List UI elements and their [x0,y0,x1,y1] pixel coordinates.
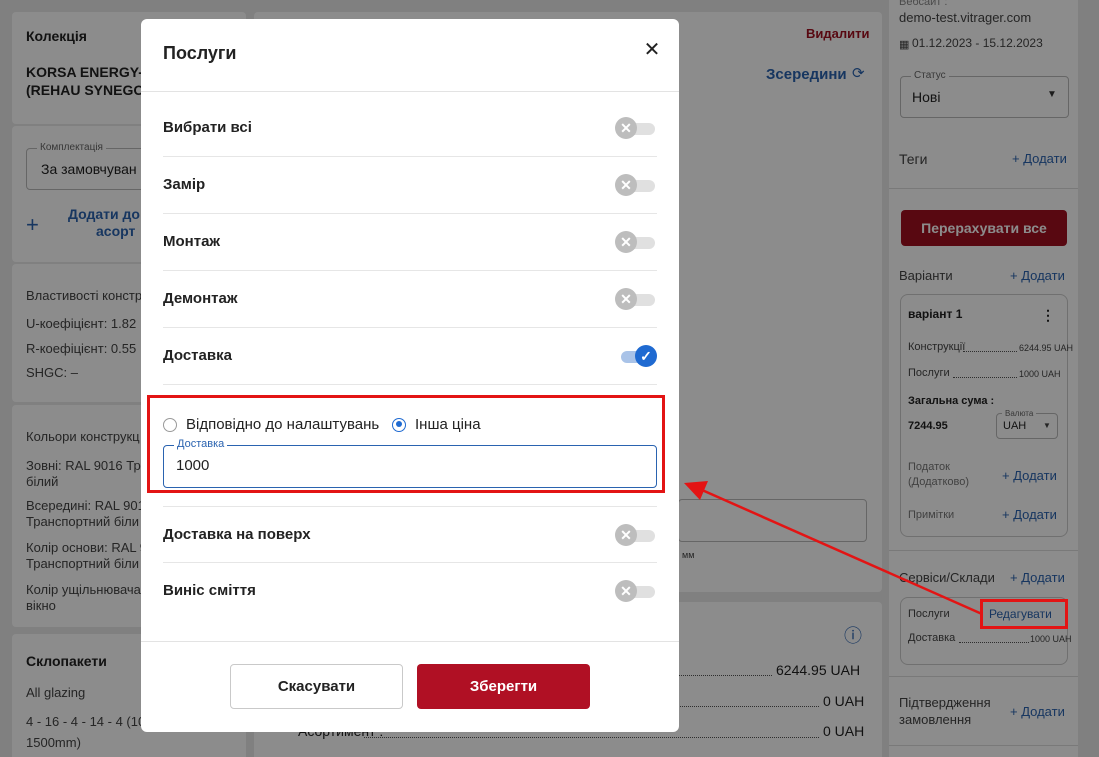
toggle-measurement[interactable]: ✕ [615,174,657,196]
delivery-price-input[interactable] [176,457,636,474]
service-row-garbage-removal: Винiс сміття ✕ [163,563,657,620]
radio-dot [163,417,177,432]
service-row-measurement: Замір ✕ [163,157,657,214]
toggle-delivery[interactable]: ✓ [615,345,657,367]
toggle-off-icon: ✕ [615,174,637,196]
service-row-delivery: Доставка ✓ [163,328,657,385]
modal-header-divider [141,91,679,92]
toggle-off-icon: ✕ [615,288,637,310]
toggle-dismantling[interactable]: ✕ [615,288,657,310]
toggle-off-icon: ✕ [615,580,637,602]
service-row-dismantling: Демонтаж ✕ [163,271,657,328]
service-label: Винiс сміття [163,582,256,599]
toggle-off-icon: ✕ [615,231,637,253]
toggle-off-icon: ✕ [615,117,637,139]
cancel-button[interactable]: Скасувати [230,664,403,709]
close-icon[interactable]: ✕ [641,39,663,61]
modal-footer-divider [141,641,679,642]
save-button[interactable]: Зберегти [417,664,590,709]
radio-default-label: Відповідно до налаштувань [186,416,380,433]
service-label: Монтаж [163,233,221,250]
radio-default-price[interactable]: Відповідно до налаштувань [163,416,379,433]
delivery-price-legend: Доставка [174,438,228,450]
modal-title: Послуги [163,43,237,63]
radio-custom-price[interactable]: Інша ціна [392,416,481,433]
delivery-price-field[interactable]: Доставка [163,438,657,488]
toggle-select-all[interactable]: ✕ [615,117,657,139]
checkmark-icon: ✓ [635,345,657,367]
radio-custom-label: Інша ціна [415,416,481,433]
service-row-select-all: Вибрати всі ✕ [163,100,657,157]
service-row-floor-delivery: Доставка на поверх ✕ [163,506,657,563]
service-label: Замір [163,176,206,193]
service-label: Демонтаж [163,290,238,307]
service-label: Вибрати всі [163,119,252,136]
edit-highlight-box [980,599,1068,629]
service-row-installation: Монтаж ✕ [163,214,657,271]
services-modal: Послуги ✕ Вибрати всі ✕ Замір ✕ Монтаж ✕… [141,19,679,732]
radio-dot [392,417,406,432]
toggle-installation[interactable]: ✕ [615,231,657,253]
service-label: Доставка [163,347,232,364]
toggle-floor-delivery[interactable]: ✕ [615,524,657,546]
toggle-garbage-removal[interactable]: ✕ [615,580,657,602]
service-label: Доставка на поверх [163,526,311,543]
toggle-off-icon: ✕ [615,524,637,546]
